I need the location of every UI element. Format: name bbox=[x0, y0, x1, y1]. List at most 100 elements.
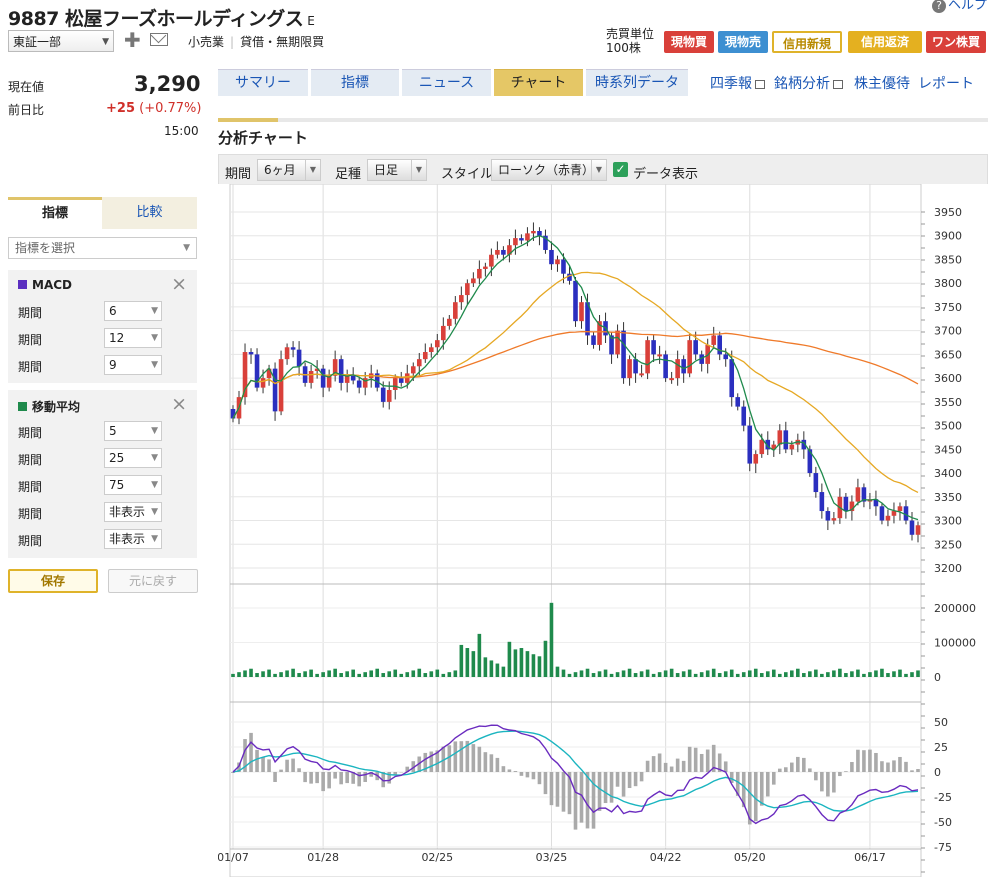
macd-histogram-bar bbox=[633, 772, 638, 787]
tab-indicators[interactable]: 指標 bbox=[311, 69, 399, 96]
volume-bar bbox=[381, 673, 386, 677]
candle bbox=[254, 354, 260, 388]
volume-bar bbox=[471, 651, 476, 677]
candle bbox=[549, 249, 554, 265]
one-share-buy-button[interactable]: ワン株買 bbox=[926, 31, 986, 53]
macd-title: MACD bbox=[18, 278, 72, 292]
link-report[interactable]: レポート bbox=[918, 73, 974, 93]
ma-period-field[interactable]: 非表示 ▼ bbox=[104, 529, 162, 549]
help-link[interactable]: ? ヘルプ bbox=[931, 0, 987, 13]
candle bbox=[813, 473, 819, 493]
macd-histogram-bar bbox=[838, 772, 842, 777]
macd-histogram-bar bbox=[585, 772, 590, 829]
period-select[interactable]: 6ヶ月 ▼ bbox=[257, 159, 321, 181]
macd-histogram-bar bbox=[255, 749, 259, 772]
indicator-select[interactable]: 指標を選択 ▼ bbox=[8, 237, 197, 259]
market-suffix: E bbox=[307, 14, 315, 28]
tab-summary[interactable]: サマリー bbox=[218, 69, 308, 96]
save-button[interactable]: 保存 bbox=[8, 569, 98, 593]
volume-bar bbox=[291, 668, 295, 677]
volume-bar bbox=[273, 673, 277, 677]
candle bbox=[783, 430, 789, 450]
macd-histogram-bar bbox=[267, 759, 271, 772]
volume-bar bbox=[537, 656, 542, 677]
price-tick-label: 3750 bbox=[934, 301, 962, 314]
volume-bar bbox=[916, 670, 920, 677]
macd-histogram-bar bbox=[663, 762, 668, 772]
macd-histogram-bar bbox=[327, 772, 331, 789]
volume-bar bbox=[579, 670, 584, 677]
link-shikiho[interactable]: 四季報 bbox=[710, 73, 765, 93]
volume-bar bbox=[309, 669, 313, 677]
style-select[interactable]: ローソク（赤青） ▼ bbox=[491, 159, 607, 181]
volume-bar bbox=[339, 673, 343, 677]
tab-chart[interactable]: チャート bbox=[494, 69, 583, 96]
candle bbox=[410, 366, 416, 374]
link-analysis[interactable]: 銘柄分析 bbox=[774, 73, 843, 93]
volume-bar bbox=[555, 666, 560, 677]
macd-histogram-bar bbox=[771, 772, 776, 785]
candle bbox=[741, 406, 747, 426]
close-icon[interactable]: × bbox=[171, 273, 187, 295]
macd-histogram-bar bbox=[651, 756, 656, 772]
candle bbox=[645, 340, 650, 374]
spot-buy-button[interactable]: 現物買 bbox=[664, 31, 714, 53]
macd-histogram-bar bbox=[525, 772, 530, 778]
tab-indicator[interactable]: 指標 bbox=[8, 197, 102, 229]
ma-period-field[interactable]: 5 ▼ bbox=[104, 421, 162, 441]
candle bbox=[398, 378, 404, 383]
volume-bar bbox=[777, 673, 782, 677]
volume-bar bbox=[639, 671, 644, 677]
ma-period-field[interactable]: 非表示 ▼ bbox=[104, 502, 162, 522]
macd-histogram-bar bbox=[850, 762, 854, 772]
margin-close-button[interactable]: 信用返済 bbox=[848, 31, 922, 53]
volume-bar bbox=[519, 648, 524, 677]
macd-histogram-bar bbox=[693, 747, 698, 772]
macd-period-field[interactable]: 9 ▼ bbox=[104, 355, 162, 375]
volume-bar bbox=[892, 671, 896, 677]
tab-compare[interactable]: 比較 bbox=[102, 197, 197, 229]
market-select[interactable]: 東証一部 ▼ bbox=[8, 30, 114, 52]
volume-bar bbox=[862, 673, 866, 677]
tab-news[interactable]: ニュース bbox=[402, 69, 491, 96]
macd-histogram-bar bbox=[892, 760, 896, 772]
macd-histogram-bar bbox=[453, 741, 458, 772]
candle bbox=[525, 233, 530, 241]
volume-bar bbox=[573, 672, 578, 677]
ma-period-field[interactable]: 25 ▼ bbox=[104, 448, 162, 468]
tab-timeseries[interactable]: 時系列データ bbox=[586, 69, 688, 96]
candle bbox=[284, 347, 290, 360]
link-benefits[interactable]: 株主優待 bbox=[854, 73, 910, 93]
ma-period-field[interactable]: 75 ▼ bbox=[104, 475, 162, 495]
macd-histogram-bar bbox=[657, 753, 662, 772]
volume-bar bbox=[687, 669, 692, 677]
price-tick-label: 3500 bbox=[934, 420, 962, 433]
macd-histogram-bar bbox=[285, 759, 289, 772]
macd-histogram-bar bbox=[802, 757, 806, 772]
margin-new-button[interactable]: 信用新規 bbox=[772, 31, 842, 53]
volume-bar bbox=[627, 668, 632, 677]
macd-histogram-bar bbox=[501, 766, 506, 772]
macd-histogram-bar bbox=[363, 772, 367, 782]
volume-bar bbox=[567, 673, 572, 677]
candle bbox=[663, 354, 668, 379]
x-tick-label: 01/07 bbox=[218, 851, 249, 864]
macd-period-field[interactable]: 12 ▼ bbox=[104, 328, 162, 348]
macd-period-field[interactable]: 6 ▼ bbox=[104, 301, 162, 321]
data-display-checkbox[interactable]: ✓ bbox=[613, 162, 628, 177]
volume-bar bbox=[333, 668, 337, 677]
volume-bar bbox=[657, 672, 662, 677]
add-watchlist-icon[interactable]: ✚ bbox=[124, 28, 141, 52]
close-icon[interactable]: × bbox=[171, 393, 187, 415]
macd-histogram-bar bbox=[279, 769, 283, 772]
foot-select[interactable]: 日足 ▼ bbox=[367, 159, 427, 181]
mail-icon[interactable] bbox=[150, 33, 168, 46]
sector-info: 小売業 | 貸借・無期限買 bbox=[188, 35, 325, 49]
candle bbox=[723, 354, 729, 360]
candle bbox=[777, 430, 783, 445]
spot-sell-button[interactable]: 現物売 bbox=[718, 31, 768, 53]
volume-bar bbox=[543, 640, 548, 677]
volume-bar bbox=[261, 671, 265, 677]
volume-bar bbox=[856, 669, 860, 677]
reset-button[interactable]: 元に戻す bbox=[108, 569, 198, 593]
